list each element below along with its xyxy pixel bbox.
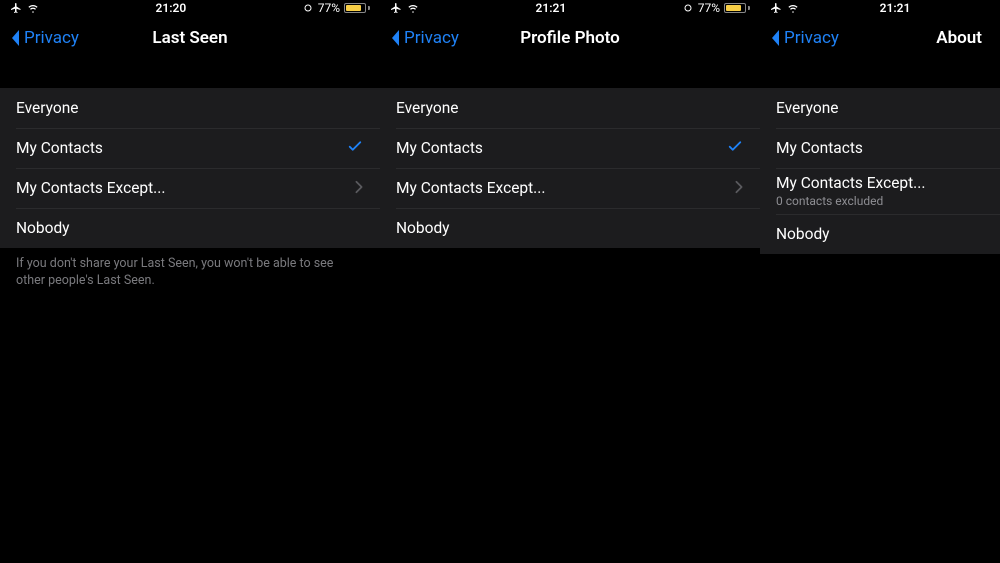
option-everyone[interactable]: Everyone	[760, 88, 1000, 128]
status-right: 77%	[682, 1, 750, 15]
chevron-left-icon	[8, 28, 22, 48]
pane-about: 21:21 Privacy About Everyone My Contacts…	[760, 0, 1000, 563]
page-title: Profile Photo	[520, 28, 620, 48]
option-nobody[interactable]: Nobody	[760, 214, 1000, 254]
option-label: Nobody	[16, 219, 364, 237]
chevron-right-icon	[354, 179, 364, 198]
page-title: About	[936, 28, 992, 48]
status-bar: 21:21	[760, 0, 1000, 16]
battery-pct: 77%	[318, 1, 340, 15]
back-label: Privacy	[24, 28, 79, 48]
airplane-icon	[770, 2, 782, 14]
option-label: My Contacts	[16, 139, 346, 157]
nav-bar: Privacy About	[760, 16, 1000, 60]
checkmark-icon	[726, 137, 744, 159]
back-button[interactable]: Privacy	[768, 28, 839, 48]
option-label: Nobody	[396, 219, 744, 237]
option-label: Everyone	[396, 99, 744, 117]
option-everyone[interactable]: Everyone	[0, 88, 380, 128]
status-bar: 21:20 77%	[0, 0, 380, 16]
option-label: Everyone	[16, 99, 364, 117]
option-label: My Contacts	[396, 139, 726, 157]
option-label: My Contacts Except...	[16, 179, 354, 197]
orientation-lock-icon	[302, 2, 314, 14]
airplane-icon	[390, 2, 402, 14]
option-my-contacts[interactable]: My Contacts	[760, 128, 1000, 168]
chevron-left-icon	[768, 28, 782, 48]
options-list: Everyone My Contacts My Contacts Except.…	[380, 88, 760, 248]
wifi-icon	[786, 2, 800, 14]
pane-last-seen: WABETAINFO 21:20 77% Privacy Last	[0, 0, 380, 563]
wifi-icon	[406, 2, 420, 14]
option-my-contacts-except[interactable]: My Contacts Except...	[380, 168, 760, 208]
option-my-contacts-except[interactable]: My Contacts Except... 0 contacts exclude…	[760, 168, 1000, 214]
option-label: Nobody	[776, 225, 984, 243]
back-button[interactable]: Privacy	[388, 28, 459, 48]
option-label: My Contacts Except...	[396, 179, 734, 197]
status-time: 21:20	[156, 1, 187, 15]
battery-icon	[724, 3, 750, 13]
back-label: Privacy	[404, 28, 459, 48]
orientation-lock-icon	[682, 2, 694, 14]
status-left	[770, 2, 800, 14]
option-nobody[interactable]: Nobody	[0, 208, 380, 248]
option-subtitle: 0 contacts excluded	[776, 194, 984, 208]
status-left	[10, 2, 40, 14]
footer-note: If you don't share your Last Seen, you w…	[0, 248, 360, 290]
status-left	[390, 2, 420, 14]
checkmark-icon	[346, 137, 364, 159]
pane-profile-photo: WABETAINFO 21:21 77% Privacy Prof	[380, 0, 760, 563]
status-time: 21:21	[536, 1, 567, 15]
airplane-icon	[10, 2, 22, 14]
wifi-icon	[26, 2, 40, 14]
battery-icon	[344, 3, 370, 13]
options-list: Everyone My Contacts My Contacts Except.…	[760, 88, 1000, 254]
status-bar: 21:21 77%	[380, 0, 760, 16]
battery-pct: 77%	[698, 1, 720, 15]
nav-bar: Privacy Last Seen	[0, 16, 380, 60]
back-label: Privacy	[784, 28, 839, 48]
chevron-left-icon	[388, 28, 402, 48]
option-my-contacts[interactable]: My Contacts	[0, 128, 380, 168]
chevron-right-icon	[734, 179, 744, 198]
option-my-contacts[interactable]: My Contacts	[380, 128, 760, 168]
option-label: My Contacts	[776, 139, 984, 157]
option-my-contacts-except[interactable]: My Contacts Except...	[0, 168, 380, 208]
option-everyone[interactable]: Everyone	[380, 88, 760, 128]
nav-bar: Privacy Profile Photo	[380, 16, 760, 60]
status-right: 77%	[302, 1, 370, 15]
page-title: Last Seen	[152, 28, 227, 48]
option-label: Everyone	[776, 99, 984, 117]
option-nobody[interactable]: Nobody	[380, 208, 760, 248]
options-list: Everyone My Contacts My Contacts Except.…	[0, 88, 380, 248]
option-label: My Contacts Except...	[776, 174, 984, 192]
status-time: 21:21	[880, 1, 911, 15]
back-button[interactable]: Privacy	[8, 28, 79, 48]
